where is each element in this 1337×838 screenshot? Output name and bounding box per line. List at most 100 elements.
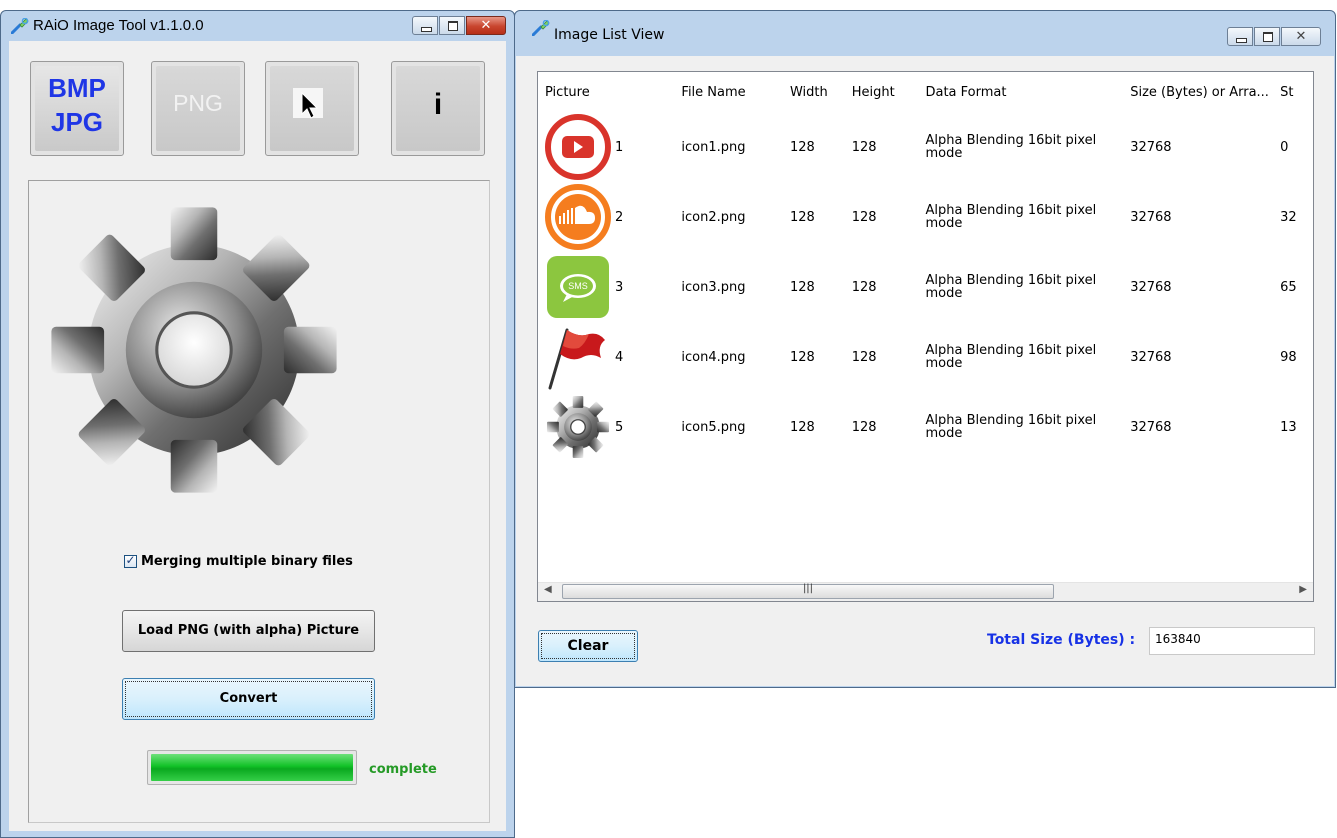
row-number: 5 — [615, 419, 624, 435]
row-number: 4 — [615, 349, 624, 365]
scrollbar-thumb[interactable]: ||| — [562, 583, 1054, 599]
merge-checkbox-row[interactable]: ✓ Merging multiple binary files — [124, 553, 353, 569]
total-size-label: Total Size (Bytes) : — [987, 632, 1136, 648]
file-name-cell: icon4.png — [681, 349, 746, 365]
minimize-icon — [421, 27, 432, 32]
close-button[interactable]: ✕ — [1281, 27, 1321, 46]
picture-cell: 4 — [538, 322, 674, 392]
close-button[interactable]: ✕ — [466, 16, 506, 35]
data-format-text: Alpha Blending 16bit pixel mode — [925, 413, 1097, 441]
cursor-icon — [293, 88, 323, 119]
file-name-cell: icon2.png — [681, 209, 746, 225]
column-header-height[interactable]: Height — [845, 72, 919, 112]
picture-cell: 2 — [538, 182, 674, 252]
table-header-row: Picture File Name Width Height Data Form… — [538, 72, 1313, 112]
bmp-jpg-button[interactable]: BMP JPG — [30, 61, 124, 156]
file-name-cell: icon3.png — [681, 279, 746, 295]
sms-icon: SMS — [545, 254, 611, 320]
jpg-label: JPG — [50, 107, 104, 137]
minimize-button[interactable] — [1227, 27, 1253, 46]
size-cell: 32768 — [1130, 139, 1172, 155]
progress-bar — [147, 750, 357, 785]
height-cell: 128 — [851, 139, 877, 155]
width-cell: 128 — [789, 279, 815, 295]
height-cell: 128 — [851, 279, 877, 295]
row-number: 3 — [615, 279, 624, 295]
picture-cell: SMS 3 — [538, 252, 674, 322]
gear-icon — [545, 394, 611, 460]
column-header-picture[interactable]: Picture — [538, 72, 674, 112]
load-png-button[interactable]: Load PNG (with alpha) Picture — [122, 610, 375, 652]
column-header-file-name[interactable]: File Name — [674, 72, 783, 112]
start-cell: 32 — [1280, 209, 1297, 225]
column-header-start[interactable]: St — [1273, 72, 1313, 112]
data-format-cell: Alpha Blending 16bit pixel mode — [918, 322, 1123, 392]
horizontal-scrollbar[interactable]: ◀ ||| ▶ — [538, 582, 1313, 601]
picture-cell: 1 — [538, 112, 674, 182]
start-cell: 13 — [1280, 419, 1297, 435]
data-format-cell: Alpha Blending 16bit pixel mode — [918, 112, 1123, 182]
table-row[interactable]: 2 icon2.png 128 128 Alpha Blending 16bit… — [538, 182, 1313, 252]
picture-cell: 5 — [538, 392, 674, 462]
wrench-app-icon — [11, 18, 29, 34]
convert-button[interactable]: Convert — [122, 678, 375, 720]
start-cell: 65 — [1280, 279, 1297, 295]
png-button[interactable]: PNG — [151, 61, 245, 156]
wrench-app-icon — [532, 20, 550, 36]
data-format-cell: Alpha Blending 16bit pixel mode — [918, 182, 1123, 252]
close-icon: ✕ — [480, 18, 492, 33]
table-row[interactable]: SMS 3 icon3.png 128 128 Alpha Blending 1… — [538, 252, 1313, 322]
maximize-button[interactable] — [1254, 27, 1280, 46]
list-titlebar[interactable]: Image List View ✕ — [515, 11, 1335, 46]
maximize-icon — [1263, 32, 1273, 42]
merge-checkbox-label: Merging multiple binary files — [141, 554, 353, 569]
close-icon: ✕ — [1295, 29, 1307, 44]
maximize-button[interactable] — [439, 16, 465, 35]
width-cell: 128 — [789, 349, 815, 365]
table-row[interactable]: 4 icon4.png 128 128 Alpha Blending 16bit… — [538, 322, 1313, 392]
size-cell: 32768 — [1130, 279, 1172, 295]
table-row[interactable]: 5 icon5.png 128 128 Alpha Blending 16bit… — [538, 392, 1313, 462]
merge-checkbox[interactable]: ✓ — [124, 553, 137, 568]
list-window: Image List View ✕ Picture File Name Widt… — [514, 10, 1336, 688]
data-format-text: Alpha Blending 16bit pixel mode — [925, 133, 1097, 161]
cursor-face — [270, 66, 354, 151]
clear-button[interactable]: Clear — [538, 630, 638, 662]
info-face: i — [396, 66, 480, 151]
row-number: 1 — [615, 139, 624, 155]
info-button[interactable]: i — [391, 61, 485, 156]
width-cell: 128 — [789, 419, 815, 435]
scroll-left-icon[interactable]: ◀ — [544, 584, 552, 595]
scroll-right-icon[interactable]: ▶ — [1299, 584, 1307, 595]
size-cell: 32768 — [1130, 419, 1172, 435]
png-label: PNG — [173, 90, 223, 116]
minimize-button[interactable] — [412, 16, 438, 35]
maximize-icon — [448, 21, 458, 31]
svg-text:SMS: SMS — [568, 281, 588, 291]
width-cell: 128 — [789, 139, 815, 155]
data-format-cell: Alpha Blending 16bit pixel mode — [918, 252, 1123, 322]
soundcloud-icon — [545, 184, 611, 250]
column-header-size[interactable]: Size (Bytes) or Arra... — [1123, 72, 1273, 112]
size-cell: 32768 — [1130, 209, 1172, 225]
data-format-text: Alpha Blending 16bit pixel mode — [925, 203, 1097, 231]
status-label: complete — [369, 762, 437, 777]
minimize-icon — [1236, 38, 1247, 43]
cursor-button[interactable] — [265, 61, 359, 156]
list-client-area: Picture File Name Width Height Data Form… — [516, 56, 1334, 686]
main-window-controls: ✕ — [411, 16, 506, 36]
total-size-field[interactable]: 163840 — [1149, 627, 1315, 655]
bmp-label: BMP — [48, 73, 106, 103]
table-row[interactable]: 1 icon1.png 128 128 Alpha Blending 16bit… — [538, 112, 1313, 182]
bmp-jpg-face: BMP JPG — [35, 66, 119, 151]
start-cell: 98 — [1280, 349, 1297, 365]
column-header-data-format[interactable]: Data Format — [918, 72, 1123, 112]
image-list-view[interactable]: Picture File Name Width Height Data Form… — [537, 71, 1314, 602]
file-name-cell: icon1.png — [681, 139, 746, 155]
main-titlebar[interactable]: RAiO Image Tool v1.1.0.0 ✕ — [1, 11, 514, 41]
row-number: 2 — [615, 209, 624, 225]
red-flag-icon — [545, 324, 611, 390]
height-cell: 128 — [851, 419, 877, 435]
column-header-width[interactable]: Width — [783, 72, 845, 112]
height-cell: 128 — [851, 349, 877, 365]
